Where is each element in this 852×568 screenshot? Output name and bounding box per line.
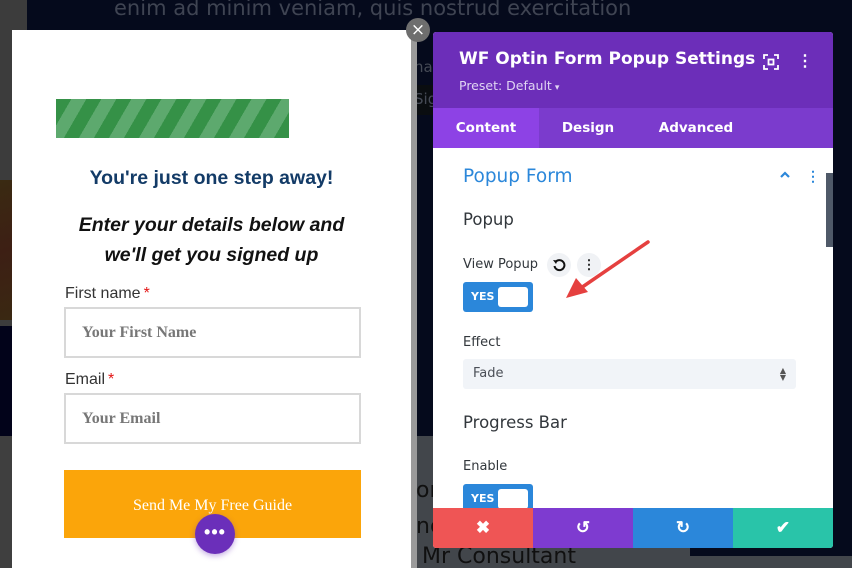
view-popup-label: View Popup bbox=[463, 257, 539, 272]
tab-advanced[interactable]: Advanced bbox=[641, 108, 751, 148]
close-icon: ✖ bbox=[475, 518, 491, 537]
effect-value: Fade bbox=[473, 366, 504, 381]
undo-icon: ↺ bbox=[575, 518, 591, 537]
more-vertical-icon[interactable]: ⋮ bbox=[795, 52, 815, 72]
panel-body: Popup Form ⋮ Popup View Popup ⋮ YES Effe… bbox=[433, 148, 833, 514]
check-icon: ✔ bbox=[775, 518, 791, 537]
subheading-line: Enter your details below and bbox=[78, 214, 345, 236]
redo-button[interactable]: ↻ bbox=[633, 508, 733, 548]
effect-select[interactable]: Fade ▲ ▼ bbox=[463, 359, 796, 389]
background-lower-section bbox=[690, 556, 852, 568]
panel-title: WF Optin Form Popup Settings bbox=[459, 49, 756, 69]
progress-bar bbox=[56, 99, 289, 138]
annotation-arrow-icon bbox=[566, 240, 650, 298]
chevron-up-icon[interactable] bbox=[779, 168, 791, 184]
toggle-knob bbox=[498, 287, 528, 307]
save-button[interactable]: ✔ bbox=[733, 508, 833, 548]
required-mark: * bbox=[143, 285, 150, 302]
email-input[interactable]: Your Email bbox=[64, 393, 361, 444]
tab-content[interactable]: Content bbox=[433, 108, 539, 148]
required-mark: * bbox=[108, 371, 115, 388]
more-options-fab[interactable]: ••• bbox=[195, 514, 235, 554]
redo-icon: ↻ bbox=[675, 518, 691, 537]
email-label-text: Email bbox=[65, 371, 106, 388]
toggle-state: YES bbox=[471, 290, 495, 303]
panel-scrollbar[interactable] bbox=[826, 173, 833, 247]
email-label: Email * bbox=[65, 371, 114, 389]
panel-footer: ✖ ↺ ↻ ✔ bbox=[433, 508, 833, 548]
close-popup-button[interactable]: × bbox=[406, 18, 430, 42]
popup-heading: You're just one step away! bbox=[89, 167, 334, 189]
preset-dropdown[interactable]: Preset: Default ▾ bbox=[459, 78, 559, 93]
background-image-fragment bbox=[0, 180, 12, 320]
toggle-knob bbox=[498, 489, 528, 509]
optin-popup: You're just one step away! Enter your de… bbox=[12, 30, 411, 568]
background-headline: enim ad minim veniam, quis nostrud exerc… bbox=[114, 0, 632, 20]
select-arrows-icon: ▲ ▼ bbox=[779, 366, 786, 382]
group-title-popup: Popup bbox=[463, 210, 514, 229]
enable-label: Enable bbox=[463, 459, 508, 474]
subheading-line: we'll get you signed up bbox=[104, 244, 319, 266]
view-popup-toggle[interactable]: YES bbox=[463, 282, 533, 312]
cancel-button[interactable]: ✖ bbox=[433, 508, 533, 548]
background-dark-band bbox=[0, 326, 12, 436]
section-title-popup-form[interactable]: Popup Form bbox=[463, 166, 573, 187]
undo-button[interactable]: ↺ bbox=[533, 508, 633, 548]
first-name-input[interactable]: Your First Name bbox=[64, 307, 361, 358]
first-name-label-text: First name bbox=[65, 285, 141, 302]
effect-label: Effect bbox=[463, 335, 501, 350]
popup-scrollbar[interactable] bbox=[411, 40, 417, 568]
caret-down-icon: ▾ bbox=[554, 83, 560, 93]
background-grey-band bbox=[0, 436, 12, 568]
first-name-label: First name * bbox=[65, 285, 150, 303]
tab-design[interactable]: Design bbox=[539, 108, 637, 148]
preset-label: Preset: Default bbox=[459, 78, 552, 93]
section-more-icon[interactable]: ⋮ bbox=[806, 168, 820, 185]
expand-icon[interactable] bbox=[761, 52, 781, 72]
panel-header: WF Optin Form Popup Settings Preset: Def… bbox=[433, 32, 833, 108]
panel-tabs: Content Design Advanced bbox=[433, 108, 833, 148]
group-title-progress-bar: Progress Bar bbox=[463, 413, 567, 432]
popup-subheading: Enter your details below and we'll get y… bbox=[12, 210, 411, 270]
